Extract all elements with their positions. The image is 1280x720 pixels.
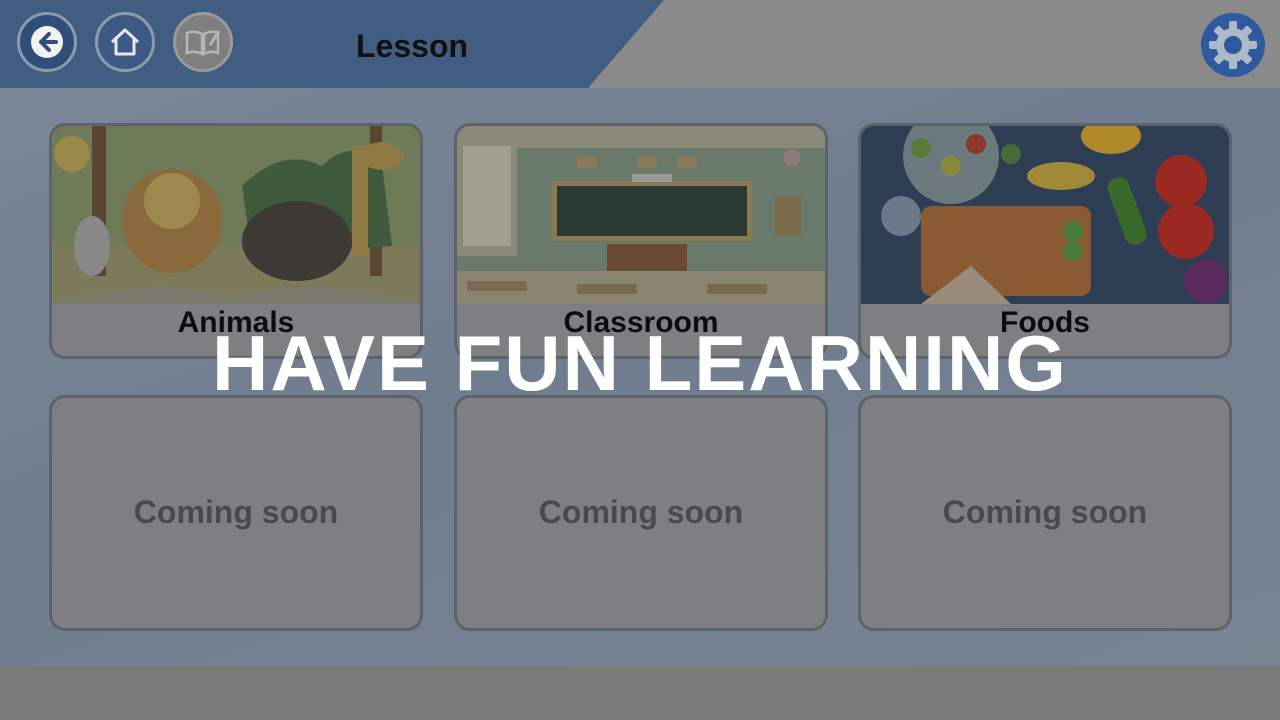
gear-icon [1201,13,1265,77]
foods-illustration [861,126,1229,304]
overlay-banner-text: HAVE FUN LEARNING [212,319,1068,407]
animals-illustration [52,126,420,304]
coming-soon-card: Coming soon [858,395,1232,631]
page-title: Lesson [356,28,469,64]
notebook-button[interactable] [173,12,233,72]
coming-soon-label: Coming soon [538,494,744,530]
home-button[interactable] [95,12,155,72]
coming-soon-label: Coming soon [942,494,1148,530]
arrow-left-icon [31,26,63,58]
coming-soon-label: Coming soon [133,494,339,530]
coming-soon-card: Coming soon [454,395,828,631]
settings-button[interactable] [1200,12,1266,78]
app-screen: Lesson Animals Classroom Foods Coming so… [0,0,1280,720]
book-edit-icon [185,30,221,57]
home-icon [110,28,140,56]
coming-soon-card: Coming soon [49,395,423,631]
bottom-strip [0,666,1280,720]
classroom-illustration [457,126,825,304]
back-button[interactable] [17,12,77,72]
